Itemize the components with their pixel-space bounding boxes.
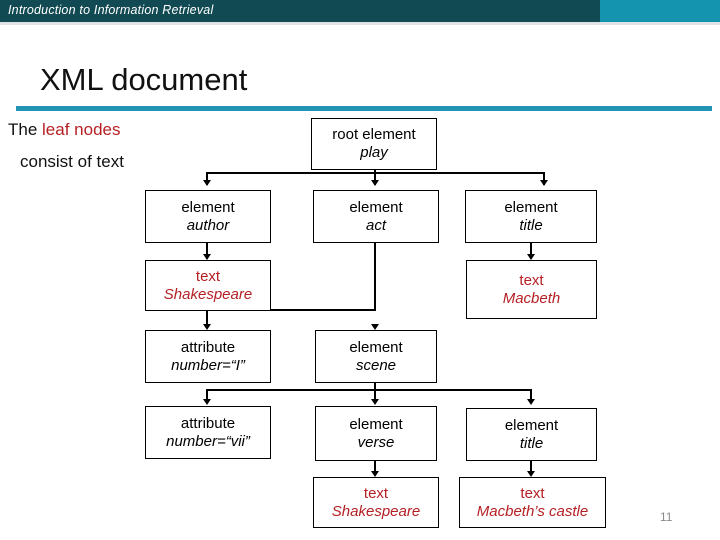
arrow-root-to-title <box>540 180 548 186</box>
node-element-title-2[interactable]: element title <box>466 408 597 461</box>
node-element-act[interactable]: element act <box>313 190 439 243</box>
page-number: 11 <box>660 510 673 524</box>
node-value-label: Shakespeare <box>331 502 421 520</box>
node-value-label: title <box>519 434 544 452</box>
node-type-label: text <box>520 484 545 502</box>
node-text-shakespeare-2[interactable]: text Shakespeare <box>313 477 439 528</box>
arrow-root-to-author <box>203 180 211 186</box>
caption-highlight: leaf nodes <box>42 120 121 139</box>
page-title: XML document <box>40 62 248 97</box>
node-type-label: element <box>349 198 403 216</box>
node-type-label: text <box>363 484 389 502</box>
node-attribute-number-i[interactable]: attribute number=“I” <box>145 330 271 383</box>
caption-prefix: The <box>8 120 43 139</box>
node-root-play[interactable]: root element play <box>311 118 437 170</box>
node-value-label: number=“I” <box>171 356 245 374</box>
arrow-root-to-act <box>371 180 379 186</box>
node-type-label: element <box>349 415 403 433</box>
arrow-scene-to-attr2 <box>203 399 211 405</box>
node-element-title[interactable]: element title <box>465 190 597 243</box>
node-value-label: author <box>186 216 230 234</box>
connector-scene-bus <box>206 389 532 392</box>
node-element-scene[interactable]: element scene <box>315 330 437 383</box>
node-type-label: attribute <box>180 414 236 432</box>
header-shadow <box>0 22 720 25</box>
header-title: Introduction to Information Retrieval <box>8 3 214 17</box>
title-divider <box>16 106 712 111</box>
node-element-verse[interactable]: element verse <box>315 406 437 461</box>
arrow-scene-to-title2 <box>527 399 535 405</box>
node-value-label: Macbeth <box>502 289 561 307</box>
node-value-label: scene <box>355 356 397 374</box>
header-bar: Introduction to Information Retrieval <box>0 0 720 22</box>
caption-line-1: The leaf nodes <box>8 120 120 140</box>
node-text-shakespeare[interactable]: text Shakespeare <box>145 260 271 311</box>
connector-act-stem <box>374 243 377 311</box>
node-text-macbeths-castle[interactable]: text Macbeth’s castle <box>459 477 606 528</box>
node-type-label: text <box>195 267 221 285</box>
node-value-label: play <box>360 144 388 161</box>
node-value-label: Macbeth’s castle <box>476 502 589 520</box>
node-type-label: element <box>181 198 235 216</box>
node-type-label: element <box>349 338 403 356</box>
node-type-label: text <box>519 271 544 289</box>
node-value-label: act <box>365 216 386 234</box>
node-value-label: verse <box>357 433 395 451</box>
node-text-macbeth[interactable]: text Macbeth <box>466 260 597 319</box>
arrow-scene-to-verse <box>371 399 379 405</box>
node-type-label: root element <box>332 126 416 144</box>
node-attribute-number-vii[interactable]: attribute number=“vii” <box>145 406 271 459</box>
node-type-label: attribute <box>180 338 236 356</box>
node-value-label: title <box>519 216 543 234</box>
node-type-label: element <box>504 416 559 434</box>
node-type-label: element <box>504 198 558 216</box>
node-element-author[interactable]: element author <box>145 190 271 243</box>
node-value-label: Shakespeare <box>163 285 253 303</box>
caption-line-2: consist of text <box>20 152 124 171</box>
node-value-label: number=“vii” <box>166 432 250 450</box>
